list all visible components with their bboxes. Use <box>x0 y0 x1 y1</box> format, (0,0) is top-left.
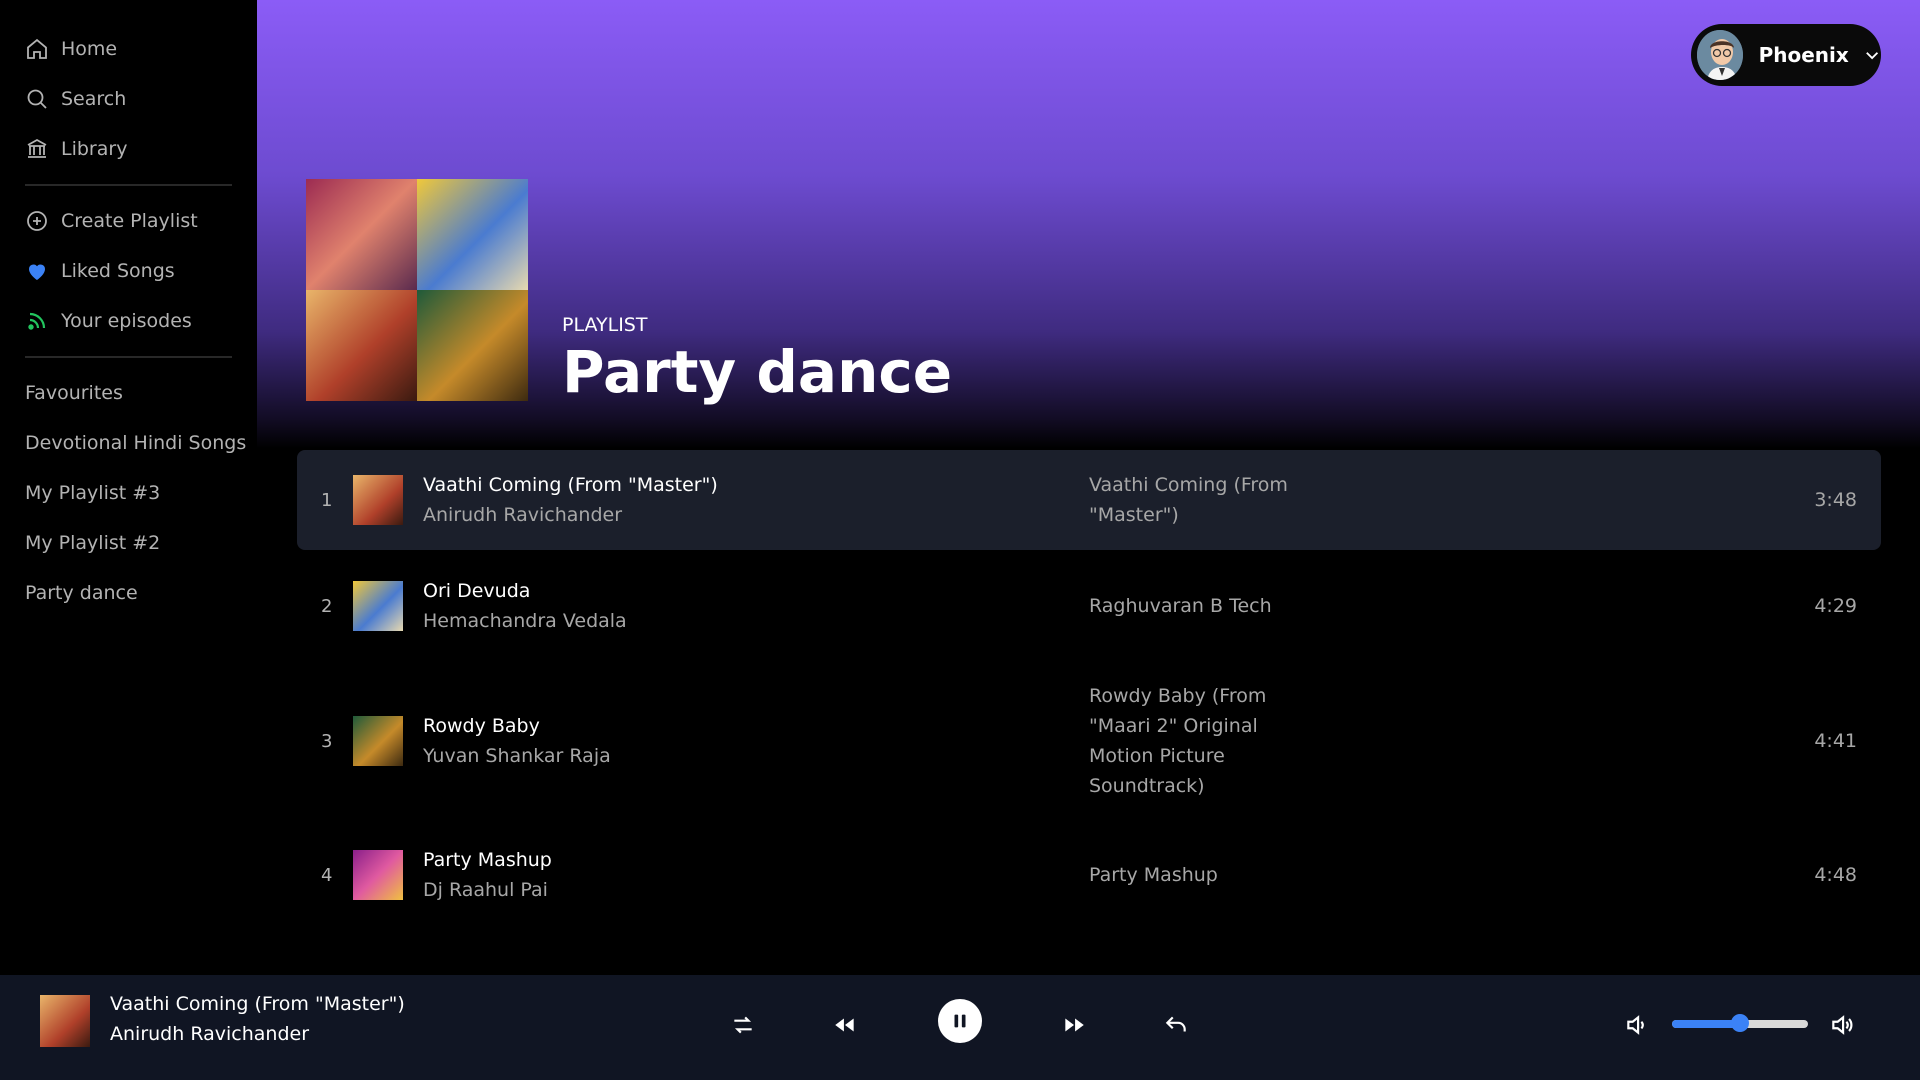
rewind-icon <box>835 1018 854 1032</box>
track-title[interactable]: Rowdy Baby <box>423 711 611 741</box>
track-art <box>353 475 403 525</box>
avatar <box>1697 30 1743 80</box>
track-title[interactable]: Vaathi Coming (From "Master") <box>423 470 718 500</box>
track-duration: 3:48 <box>1814 489 1857 511</box>
track-artist[interactable]: Hemachandra Vedala <box>423 606 627 636</box>
sidebar-item-search[interactable]: Search <box>0 74 257 124</box>
sidebar-item-label: Your episodes <box>61 310 192 332</box>
table-row[interactable]: 3 Rowdy Baby Yuvan Shankar Raja Rowdy Ba… <box>297 662 1881 820</box>
sidebar-playlist-party-dance[interactable]: Party dance <box>0 568 257 618</box>
heart-icon <box>25 259 49 283</box>
create-playlist-button[interactable]: Create Playlist <box>0 196 257 246</box>
track-number: 4 <box>321 864 333 886</box>
previous-button[interactable] <box>825 1005 865 1045</box>
playlist-type-label: PLAYLIST <box>562 314 648 336</box>
track-meta: Rowdy Baby Yuvan Shankar Raja <box>423 711 611 771</box>
sidebar-playlist-my-playlist-2[interactable]: My Playlist #2 <box>0 518 257 568</box>
now-playing-artist: Anirudh Ravichander <box>110 1023 309 1045</box>
track-album[interactable]: Raghuvaran B Tech <box>1089 591 1289 621</box>
table-row[interactable]: 4 Party Mashup Dj Raahul Pai Party Mashu… <box>297 820 1881 930</box>
sidebar-item-label: Liked Songs <box>61 260 175 282</box>
undo-icon <box>1165 1016 1186 1032</box>
next-button[interactable] <box>1054 1005 1094 1045</box>
your-episodes-button[interactable]: Your episodes <box>0 296 257 346</box>
track-number: 3 <box>321 730 333 752</box>
home-icon <box>25 37 49 61</box>
table-row[interactable]: 1 Vaathi Coming (From "Master") Anirudh … <box>297 450 1881 550</box>
volume-slider-fill <box>1672 1020 1740 1028</box>
track-art <box>353 716 403 766</box>
sidebar-playlist-favourites[interactable]: Favourites <box>0 368 257 418</box>
track-artist[interactable]: Anirudh Ravichander <box>423 500 718 530</box>
cover-tile-2 <box>417 179 528 290</box>
fast-forward-icon <box>1065 1018 1084 1032</box>
track-album[interactable]: Party Mashup <box>1089 860 1289 890</box>
track-number: 2 <box>321 595 333 617</box>
user-name: Phoenix <box>1758 43 1849 67</box>
track-artist[interactable]: Dj Raahul Pai <box>423 875 552 905</box>
sidebar-item-label: Library <box>61 138 128 160</box>
track-artist[interactable]: Yuvan Shankar Raja <box>423 741 611 771</box>
repeat-button[interactable] <box>1156 1005 1196 1045</box>
track-title[interactable]: Ori Devuda <box>423 576 627 606</box>
shuffle-icon <box>734 1016 752 1034</box>
sidebar-item-label: Search <box>61 88 127 110</box>
pause-button[interactable] <box>938 999 982 1043</box>
search-icon <box>25 87 49 111</box>
track-art <box>353 581 403 631</box>
app: Home Search Library Create Playlist Like… <box>0 0 1920 1080</box>
track-number: 1 <box>321 489 333 511</box>
volume-up-button[interactable] <box>1822 1005 1862 1045</box>
volume-slider[interactable] <box>1672 1014 1808 1032</box>
main-content: Phoenix PLAYLIST Party dance 1 Vaathi Co… <box>257 0 1920 975</box>
chevron-down-icon <box>1865 52 1878 60</box>
sidebar-item-label: Create Playlist <box>61 210 198 232</box>
track-art <box>353 850 403 900</box>
track-duration: 4:29 <box>1814 595 1857 617</box>
pause-icon <box>954 1014 966 1028</box>
track-list: 1 Vaathi Coming (From "Master") Anirudh … <box>297 450 1881 930</box>
rss-icon <box>25 309 49 333</box>
playlist-cover <box>306 179 528 401</box>
page-title: Party dance <box>562 338 953 406</box>
sidebar-playlist-my-playlist-3[interactable]: My Playlist #3 <box>0 468 257 518</box>
cover-tile-1 <box>306 179 417 290</box>
cover-tile-4 <box>417 290 528 401</box>
sidebar-item-label: Home <box>61 38 118 60</box>
sidebar: Home Search Library Create Playlist Like… <box>0 0 257 975</box>
liked-songs-button[interactable]: Liked Songs <box>0 246 257 296</box>
sidebar-item-home[interactable]: Home <box>0 24 257 74</box>
track-duration: 4:41 <box>1814 730 1857 752</box>
track-meta: Vaathi Coming (From "Master") Anirudh Ra… <box>423 470 718 530</box>
track-title[interactable]: Party Mashup <box>423 845 552 875</box>
now-playing-art <box>40 995 90 1047</box>
now-playing-title: Vaathi Coming (From "Master") <box>110 993 405 1015</box>
plus-circle-icon <box>25 209 49 233</box>
sidebar-playlists: Favourites Devotional Hindi Songs My Pla… <box>0 368 257 618</box>
volume-slider-thumb[interactable] <box>1731 1014 1749 1032</box>
track-meta: Ori Devuda Hemachandra Vedala <box>423 576 627 636</box>
table-row[interactable]: 2 Ori Devuda Hemachandra Vedala Raghuvar… <box>297 550 1881 662</box>
track-album[interactable]: Rowdy Baby (From "Maari 2" Original Moti… <box>1089 681 1289 801</box>
track-meta: Party Mashup Dj Raahul Pai <box>423 845 552 905</box>
user-menu-button[interactable]: Phoenix <box>1691 24 1881 86</box>
shuffle-button[interactable] <box>723 1005 763 1045</box>
sidebar-playlist-devotional-hindi-songs[interactable]: Devotional Hindi Songs <box>0 418 257 468</box>
volume-high-icon <box>1832 1015 1853 1035</box>
sidebar-divider <box>25 356 232 358</box>
sidebar-divider <box>25 184 232 186</box>
volume-down-button[interactable] <box>1617 1005 1657 1045</box>
volume-low-icon <box>1627 1015 1644 1035</box>
cover-tile-3 <box>306 290 417 401</box>
sidebar-item-library[interactable]: Library <box>0 124 257 174</box>
library-icon <box>25 137 49 161</box>
player-bar: Vaathi Coming (From "Master") Anirudh Ra… <box>0 975 1920 1080</box>
track-album[interactable]: Vaathi Coming (From "Master") <box>1089 470 1289 530</box>
track-duration: 4:48 <box>1814 864 1857 886</box>
